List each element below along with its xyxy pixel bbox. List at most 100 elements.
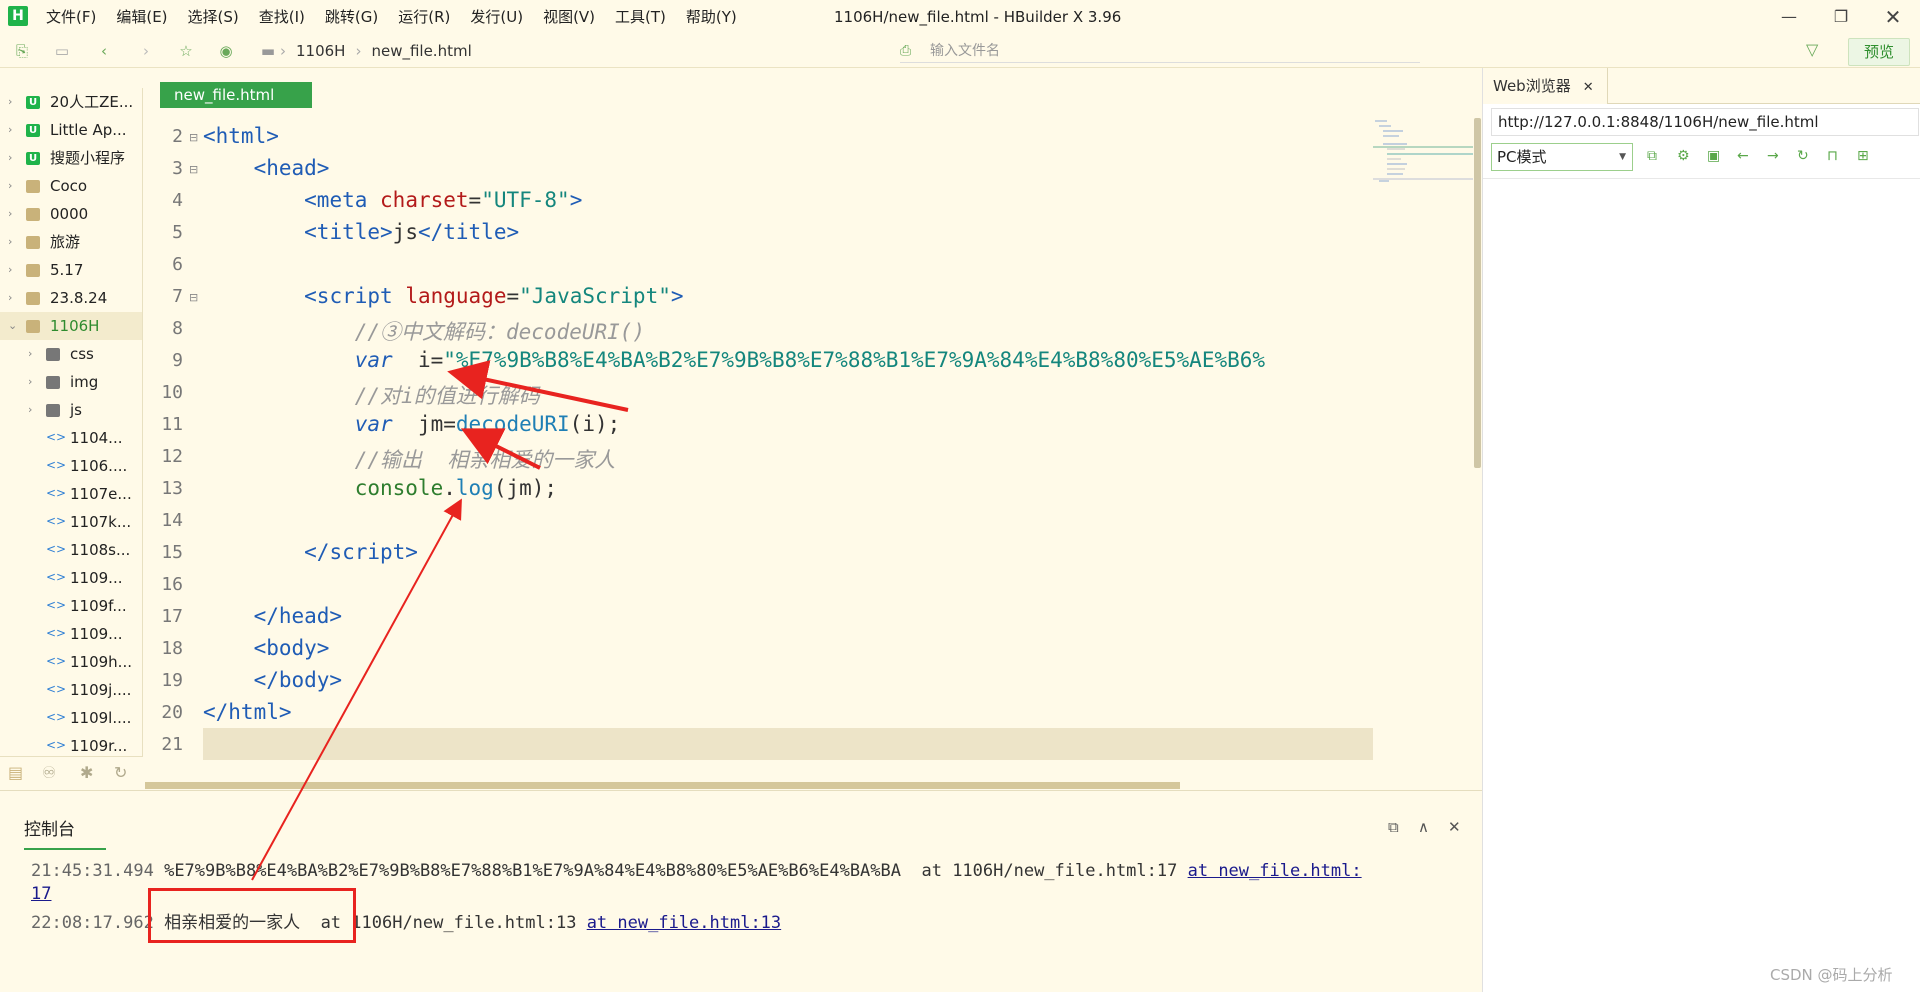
star-icon[interactable]: ☆ bbox=[176, 41, 196, 61]
settings-icon[interactable]: ⚙ bbox=[1677, 148, 1690, 164]
menu-goto[interactable]: 跳转(G) bbox=[325, 0, 378, 34]
chevron-right-icon[interactable]: › bbox=[28, 340, 32, 368]
sidebar-item[interactable]: <> 1107k... bbox=[0, 508, 142, 536]
menu-publish[interactable]: 发行(U) bbox=[470, 0, 523, 34]
clear-console-icon[interactable]: ✕ bbox=[1448, 818, 1461, 836]
menu-run[interactable]: 运行(R) bbox=[398, 0, 450, 34]
sidebar-item[interactable]: › 0000 bbox=[0, 200, 142, 228]
sidebar-item[interactable]: <> 1109l.... bbox=[0, 704, 142, 732]
breadcrumb-file[interactable]: new_file.html bbox=[371, 34, 471, 68]
html-file-icon: <> bbox=[46, 654, 67, 668]
sidebar-item[interactable]: <> 1108s... bbox=[0, 536, 142, 564]
source-link[interactable]: 17 bbox=[31, 884, 51, 904]
save-icon[interactable]: ▭ bbox=[52, 41, 72, 61]
device-mode-select[interactable]: PC模式 ▼ bbox=[1491, 143, 1633, 171]
minimap[interactable] bbox=[1373, 118, 1473, 188]
lock-icon[interactable]: ⊓ bbox=[1827, 148, 1838, 164]
chevron-right-icon[interactable]: › bbox=[8, 88, 12, 116]
vertical-scrollbar[interactable] bbox=[1474, 118, 1481, 468]
tab-new-file[interactable]: new_file.html bbox=[160, 82, 312, 108]
chevron-down-icon[interactable]: ⌄ bbox=[8, 312, 17, 340]
chevron-right-icon[interactable]: › bbox=[8, 228, 12, 256]
source-link[interactable]: at new_file.html: bbox=[1188, 861, 1362, 881]
sync-icon[interactable]: ↻ bbox=[114, 763, 127, 782]
source-link[interactable]: at new_file.html:13 bbox=[587, 913, 781, 933]
forward-icon[interactable]: › bbox=[136, 41, 156, 61]
refresh-icon[interactable]: ↻ bbox=[1797, 148, 1809, 164]
fold-icon[interactable]: ⊟ bbox=[189, 131, 198, 144]
sidebar-item[interactable]: › js bbox=[0, 396, 142, 424]
fold-icon[interactable]: ⊟ bbox=[189, 163, 198, 176]
sidebar-item[interactable]: ⌄ 1106H bbox=[0, 312, 142, 340]
qrcode-icon[interactable]: ⊞ bbox=[1857, 148, 1869, 164]
restore-icon[interactable]: ❐ bbox=[1816, 0, 1866, 34]
chevron-right-icon[interactable]: › bbox=[8, 200, 12, 228]
binoculars-icon[interactable]: ♾ bbox=[42, 763, 56, 782]
sidebar-item[interactable]: › img bbox=[0, 368, 142, 396]
chevron-right-icon[interactable]: › bbox=[8, 256, 12, 284]
forward-arrow-icon[interactable]: → bbox=[1767, 148, 1779, 164]
run-icon[interactable]: ◉ bbox=[216, 41, 236, 61]
menu-view[interactable]: 视图(V) bbox=[543, 0, 595, 34]
new-file-icon[interactable]: ⎘ bbox=[12, 41, 32, 61]
sidebar-item[interactable]: <> 1109f... bbox=[0, 592, 142, 620]
sidebar-item[interactable]: <> 1106.... bbox=[0, 452, 142, 480]
sidebar-item[interactable]: <> 1109... bbox=[0, 620, 142, 648]
filter-icon[interactable]: ▽ bbox=[1806, 40, 1818, 59]
back-icon[interactable]: ‹ bbox=[94, 41, 114, 61]
back-arrow-icon[interactable]: ← bbox=[1737, 148, 1749, 164]
folder-icon bbox=[26, 264, 40, 277]
preview-button[interactable]: 预览 bbox=[1848, 38, 1910, 66]
chevron-right-icon[interactable]: › bbox=[28, 368, 32, 396]
sidebar-item[interactable]: › U 搜题小程序 bbox=[0, 144, 142, 172]
code-editor[interactable]: 2 3 4 5 6 7 8 9 10 11 12 13 14 15 16 17 18 19 20 21 ⊟ ⊟ ⊟ <… bbox=[145, 108, 1373, 784]
chevron-right-icon[interactable]: › bbox=[8, 144, 12, 172]
sidebar-item[interactable]: <> 1107e... bbox=[0, 480, 142, 508]
horizontal-scrollbar[interactable] bbox=[145, 782, 1180, 789]
html-file-icon: <> bbox=[46, 738, 67, 752]
open-log-icon[interactable]: ⧉ bbox=[1388, 818, 1399, 836]
chevron-right-icon[interactable]: › bbox=[28, 396, 32, 424]
menu-edit[interactable]: 编辑(E) bbox=[116, 0, 167, 34]
sidebar-item[interactable]: › 23.8.24 bbox=[0, 284, 142, 312]
close-tab-icon[interactable]: ✕ bbox=[1583, 80, 1594, 95]
minimize-icon[interactable]: — bbox=[1764, 0, 1814, 34]
menu-select[interactable]: 选择(S) bbox=[188, 0, 239, 34]
close-icon[interactable]: ✕ bbox=[1868, 0, 1918, 34]
sidebar-item[interactable]: <> 1109... bbox=[0, 564, 142, 592]
breadcrumb-project[interactable]: 1106H bbox=[296, 34, 345, 68]
menu-file[interactable]: 文件(F) bbox=[46, 0, 96, 34]
url-bar[interactable]: http://127.0.0.1:8848/1106H/new_file.htm… bbox=[1491, 108, 1919, 136]
console-icon[interactable]: ▣ bbox=[1707, 148, 1720, 164]
chevron-right-icon[interactable]: › bbox=[8, 284, 12, 312]
fold-icon[interactable]: ⊟ bbox=[189, 291, 198, 304]
menu-tools[interactable]: 工具(T) bbox=[615, 0, 666, 34]
sidebar-item[interactable]: › 5.17 bbox=[0, 256, 142, 284]
project-manager-icon[interactable]: ▤ bbox=[8, 763, 23, 782]
sidebar-item-label: 23.8.24 bbox=[50, 289, 108, 307]
tab-web-browser[interactable]: Web浏览器 ✕ bbox=[1483, 68, 1608, 104]
chevron-right-icon[interactable]: › bbox=[8, 116, 12, 144]
menu-find[interactable]: 查找(I) bbox=[259, 0, 305, 34]
debug-icon[interactable]: ✱ bbox=[80, 763, 93, 782]
chevron-right-icon[interactable]: › bbox=[8, 172, 12, 200]
sidebar-item[interactable]: <> 1104... bbox=[0, 424, 142, 452]
sidebar-item[interactable]: › css bbox=[0, 340, 142, 368]
code-line: //对i的值进行解码 bbox=[354, 384, 540, 408]
sidebar-item[interactable]: › U 20人工ZE... bbox=[0, 88, 142, 116]
line-number: 11 bbox=[161, 414, 183, 435]
tab-console[interactable]: 控制台 bbox=[24, 815, 106, 850]
sidebar-item[interactable]: › U Little Ap... bbox=[0, 116, 142, 144]
sidebar-item-label: 1107e... bbox=[70, 485, 132, 503]
hbuilder-logo-icon: H bbox=[8, 6, 28, 26]
menu-help[interactable]: 帮助(Y) bbox=[686, 0, 737, 34]
sidebar-item[interactable]: <> 1109j.... bbox=[0, 676, 142, 704]
menu-bar: 文件(F) 编辑(E) 选择(S) 查找(I) 跳转(G) 运行(R) 发行(U… bbox=[46, 0, 757, 34]
open-external-icon[interactable]: ⧉ bbox=[1647, 148, 1657, 164]
sidebar-item[interactable]: › Coco bbox=[0, 172, 142, 200]
chevron-up-icon[interactable]: ∧ bbox=[1418, 818, 1429, 836]
file-search-input[interactable]: ⎙ 输入文件名 bbox=[900, 39, 1420, 63]
sidebar-item[interactable]: › 旅游 bbox=[0, 228, 142, 256]
sidebar-item[interactable]: <> 1109h... bbox=[0, 648, 142, 676]
sidebar-bottom-bar: ▤ ♾ ✱ ↻ bbox=[0, 756, 143, 788]
